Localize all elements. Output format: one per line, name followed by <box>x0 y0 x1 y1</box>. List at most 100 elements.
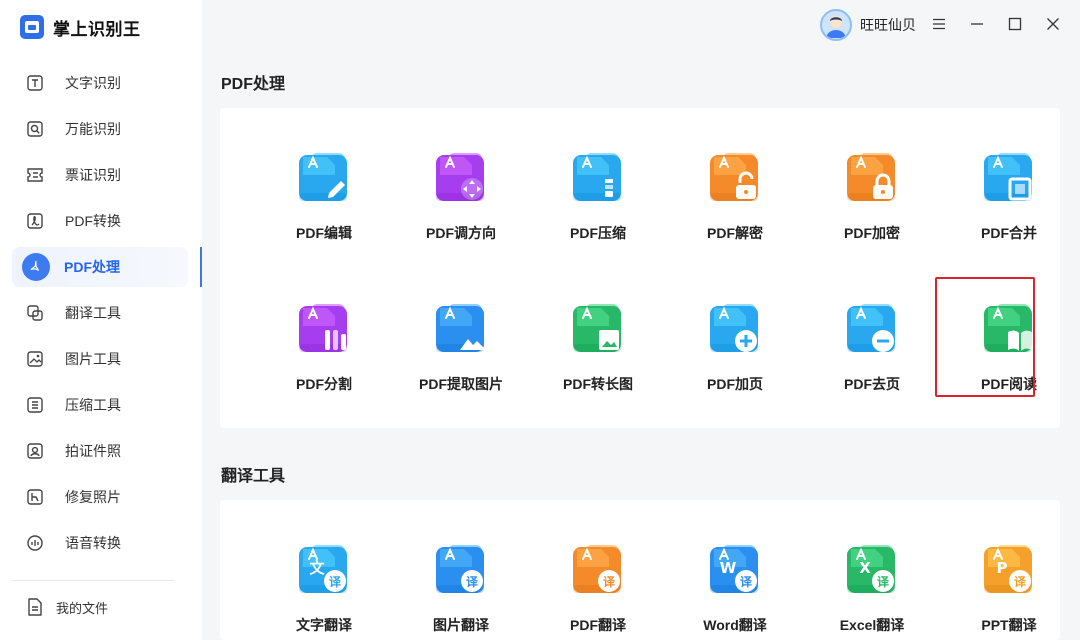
tool-pdf-encrypt[interactable]: PDF加密 <box>808 145 936 265</box>
app-title: 掌上识别王 <box>53 19 141 39</box>
tool-pdf-add-page[interactable]: PDF加页 <box>671 296 799 416</box>
svg-text:译: 译 <box>1014 575 1027 589</box>
image-translate-icon: 译 <box>432 539 490 597</box>
sidebar-item-image-tool[interactable]: 图片工具 <box>12 339 188 379</box>
user-name: 旺旺仙贝 <box>860 17 916 33</box>
menu-icon <box>933 18 945 30</box>
svg-text:译: 译 <box>740 575 753 589</box>
sidebar-item-label: 文字识别 <box>65 75 121 91</box>
sidebar-item-compress-tool[interactable]: 压缩工具 <box>12 385 188 425</box>
sidebar-divider <box>12 580 174 581</box>
tool-pdf-edit[interactable]: PDF编辑 <box>260 145 388 265</box>
pdf-merge-icon <box>980 147 1038 205</box>
tool-label: PPT翻译 <box>981 617 1037 633</box>
close-button[interactable] <box>1043 14 1063 34</box>
tool-ppt-translate[interactable]: P 译 PPT翻译 <box>945 537 1073 640</box>
tool-label: Word翻译 <box>703 617 767 633</box>
file-icon <box>24 596 46 618</box>
voice-convert-icon <box>24 532 46 554</box>
ticket-recognition-icon <box>24 164 46 186</box>
svg-text:文: 文 <box>309 559 325 577</box>
tool-label: PDF转长图 <box>563 376 633 392</box>
maximize-icon <box>1008 17 1022 31</box>
translate-tools-panel: 文译文字翻译译图片翻译译 PDF翻译 W 译 Word翻译 X 译 Excel翻译 P 译 PPT翻… <box>220 500 1060 640</box>
svg-text:X: X <box>859 559 871 577</box>
tool-pdf-compress[interactable]: PDF压缩 <box>534 145 662 265</box>
sidebar-item-label: 万能识别 <box>65 121 121 137</box>
pdf-tools-panel: PDF编辑 PDF调方向 PDF压缩 PDF解密 PDF加密 PDF合并 PDF分割 PDF提… <box>220 108 1060 428</box>
word-translate-icon: W译 <box>706 539 764 597</box>
sidebar-item-label: 票证识别 <box>65 167 121 183</box>
sidebar-item-universal-recognition[interactable]: 万能识别 <box>12 109 188 149</box>
tool-pdf-long-image[interactable]: PDF转长图 <box>534 296 662 416</box>
app-brand: 掌上识别王 <box>20 14 141 40</box>
text-recognition-icon <box>24 72 46 94</box>
sidebar-item-repair-photo[interactable]: 修复照片 <box>12 477 188 517</box>
sidebar-item-text-recognition[interactable]: 文字识别 <box>12 63 188 103</box>
avatar[interactable] <box>820 9 852 41</box>
close-icon <box>1047 18 1059 30</box>
tool-label: PDF调方向 <box>426 225 496 241</box>
tool-pdf-read[interactable]: PDF阅读 <box>945 296 1073 416</box>
tool-label: PDF加页 <box>707 376 763 392</box>
sidebar-item-voice-convert[interactable]: 语音转换 <box>12 523 188 563</box>
sidebar-item-translate-tool[interactable]: 翻译工具 <box>12 293 188 333</box>
tool-label: PDF提取图片 <box>419 376 503 392</box>
tool-label: PDF编辑 <box>296 225 352 241</box>
user-account[interactable]: 旺旺仙贝 <box>820 8 916 42</box>
tool-pdf-merge[interactable]: PDF合并 <box>945 145 1073 265</box>
section-title-pdf: PDF处理 <box>221 76 286 93</box>
my-files-button[interactable]: 我的文件 <box>12 588 188 626</box>
pdf-read-icon <box>980 298 1038 356</box>
sidebar-item-pdf-process[interactable]: PDF处理 <box>12 247 188 287</box>
svg-text:译: 译 <box>603 575 616 589</box>
sidebar: 掌上识别王 文字识别万能识别票证识别 PDF转换 PDF处理翻译工具图片工具压缩工具… <box>0 0 202 640</box>
pdf-convert-icon <box>24 210 46 232</box>
pdf-extract-image-icon <box>432 298 490 356</box>
id-photo-icon <box>24 440 46 462</box>
tool-label: PDF合并 <box>981 225 1037 241</box>
pdf-decrypt-icon <box>706 147 764 205</box>
tool-label: PDF压缩 <box>570 225 626 241</box>
minimize-icon <box>971 23 983 25</box>
tool-pdf-split[interactable]: PDF分割 <box>260 296 388 416</box>
tool-label: PDF翻译 <box>570 617 626 633</box>
sidebar-item-pdf-convert[interactable]: PDF转换 <box>12 201 188 241</box>
svg-text:译: 译 <box>466 575 479 589</box>
excel-translate-icon: X译 <box>843 539 901 597</box>
tool-label: Excel翻译 <box>839 617 905 633</box>
pdf-long-image-icon <box>569 298 627 356</box>
app-logo-icon <box>20 15 44 39</box>
svg-text:P: P <box>997 559 1008 577</box>
tool-pdf-translate[interactable]: 译 PDF翻译 <box>534 537 662 640</box>
sidebar-item-label: PDF转换 <box>65 213 121 229</box>
tool-pdf-remove-page[interactable]: PDF去页 <box>808 296 936 416</box>
maximize-button[interactable] <box>1005 14 1025 34</box>
sidebar-item-label: 压缩工具 <box>65 397 121 413</box>
tool-image-translate[interactable]: 译图片翻译 <box>397 537 525 640</box>
minimize-button[interactable] <box>967 14 987 34</box>
sidebar-item-ticket-recognition[interactable]: 票证识别 <box>12 155 188 195</box>
sidebar-item-label: 语音转换 <box>65 535 121 551</box>
tool-text-translate[interactable]: 文译文字翻译 <box>260 537 388 640</box>
sidebar-item-label: 图片工具 <box>65 351 121 367</box>
sidebar-item-label: PDF处理 <box>64 259 120 275</box>
sidebar-item-id-photo[interactable]: 拍证件照 <box>12 431 188 471</box>
tool-pdf-extract-image[interactable]: PDF提取图片 <box>397 296 525 416</box>
tool-word-translate[interactable]: W 译 Word翻译 <box>671 537 799 640</box>
pdf-translate-icon: 译 <box>569 539 627 597</box>
menu-button[interactable] <box>929 14 949 34</box>
pdf-encrypt-icon <box>843 147 901 205</box>
sidebar-item-label: 翻译工具 <box>65 305 121 321</box>
tool-excel-translate[interactable]: X 译 Excel翻译 <box>808 537 936 640</box>
tool-label: PDF加密 <box>844 225 900 241</box>
pdf-compress-icon <box>569 147 627 205</box>
pdf-add-page-icon <box>706 298 764 356</box>
tool-pdf-rotate[interactable]: PDF调方向 <box>397 145 525 265</box>
active-indicator <box>200 247 202 287</box>
pdf-process-icon <box>22 253 50 281</box>
tool-pdf-decrypt[interactable]: PDF解密 <box>671 145 799 265</box>
image-tool-icon <box>24 348 46 370</box>
translate-tool-icon <box>24 302 46 324</box>
ppt-translate-icon: P译 <box>980 539 1038 597</box>
